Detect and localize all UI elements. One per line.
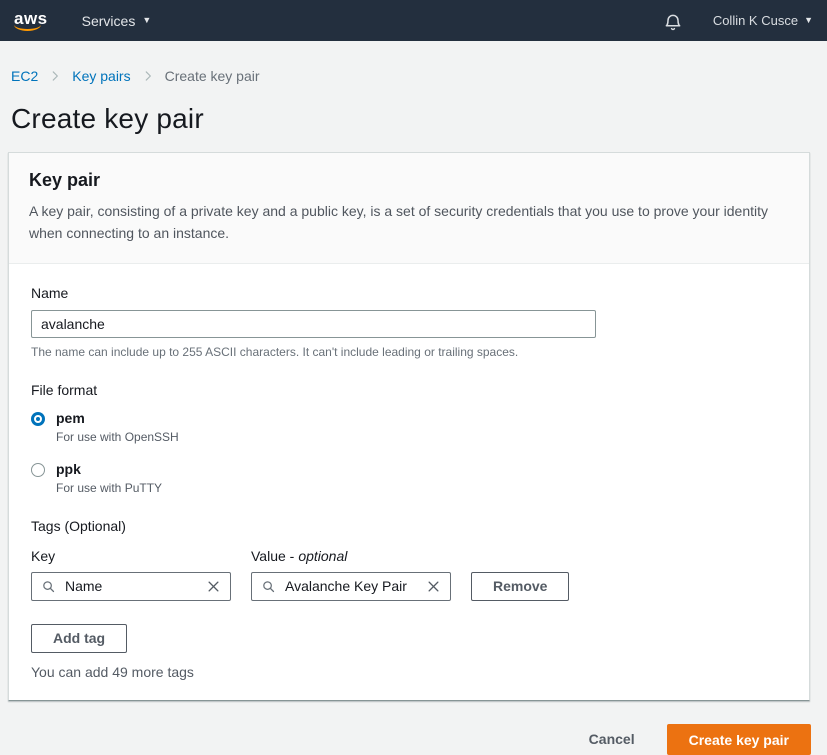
key-pair-card: Key pair A key pair, consisting of a pri…: [8, 152, 810, 701]
card-title: Key pair: [29, 170, 789, 191]
tag-row: Key Value -optional: [31, 548, 787, 601]
radio-option-ppk-text: ppk For use with PuTTY: [56, 461, 162, 495]
tags-group: Tags (Optional) Key: [31, 518, 787, 680]
aws-logo-text: aws: [14, 10, 48, 27]
card-header: Key pair A key pair, consisting of a pri…: [9, 153, 809, 264]
file-format-group: File format pem For use with OpenSSH ppk…: [31, 382, 787, 495]
breadcrumb-link-key-pairs[interactable]: Key pairs: [72, 68, 130, 84]
remaining-tags-text: You can add 49 more tags: [31, 664, 787, 680]
radio-selected-icon[interactable]: [31, 412, 45, 426]
tag-value-label-text: Value -: [251, 548, 294, 564]
search-icon: [41, 579, 56, 594]
caret-down-icon: ▼: [142, 16, 151, 25]
add-tag-button[interactable]: Add tag: [31, 624, 127, 653]
tag-value-label-optional: optional: [298, 548, 347, 564]
clear-x-icon[interactable]: [206, 579, 221, 594]
page-title: Create key pair: [11, 103, 817, 135]
search-icon: [261, 579, 276, 594]
topnav-right-group: Collin K Cusce ▼: [663, 10, 813, 32]
remove-tag-button[interactable]: Remove: [471, 572, 569, 601]
aws-logo[interactable]: aws: [14, 10, 48, 31]
cancel-button[interactable]: Cancel: [587, 725, 637, 753]
tag-value-label: Value -optional: [251, 548, 451, 564]
services-menu[interactable]: Services ▼: [82, 13, 152, 29]
notifications-bell-icon[interactable]: [663, 10, 683, 32]
tags-section-label: Tags (Optional): [31, 518, 787, 534]
clear-x-icon[interactable]: [426, 579, 441, 594]
services-menu-label: Services: [82, 13, 136, 29]
radio-ppk-label: ppk: [56, 461, 162, 477]
radio-option-pem[interactable]: pem For use with OpenSSH: [31, 410, 787, 444]
radio-option-ppk[interactable]: ppk For use with PuTTY: [31, 461, 787, 495]
user-account-menu[interactable]: Collin K Cusce ▼: [713, 13, 813, 28]
name-field-group: Name The name can include up to 255 ASCI…: [31, 285, 787, 359]
footer-actions: Cancel Create key pair: [8, 724, 811, 755]
user-name: Collin K Cusce: [713, 13, 798, 28]
tag-value-column: Value -optional: [251, 548, 451, 601]
radio-pem-label: pem: [56, 410, 179, 426]
chevron-right-icon: [48, 69, 62, 83]
tag-key-label: Key: [31, 548, 231, 564]
file-format-label: File format: [31, 382, 787, 398]
name-field-hint: The name can include up to 255 ASCII cha…: [31, 345, 787, 359]
breadcrumb-link-ec2[interactable]: EC2: [11, 68, 38, 84]
breadcrumb-current-page: Create key pair: [165, 68, 260, 84]
radio-unselected-icon[interactable]: [31, 463, 45, 477]
chevron-right-icon: [141, 69, 155, 83]
tag-key-input[interactable]: [63, 577, 199, 595]
name-input[interactable]: [31, 310, 596, 338]
top-navigation-bar: aws Services ▼ Collin K Cusce ▼: [0, 0, 827, 41]
tag-key-input-box: [31, 572, 231, 601]
tag-value-input-box: [251, 572, 451, 601]
radio-ppk-description: For use with PuTTY: [56, 481, 162, 495]
card-description: A key pair, consisting of a private key …: [29, 200, 789, 245]
create-key-pair-button[interactable]: Create key pair: [667, 724, 811, 755]
caret-down-icon: ▼: [804, 16, 813, 25]
tag-key-column: Key: [31, 548, 231, 601]
name-field-label: Name: [31, 285, 787, 301]
radio-pem-description: For use with OpenSSH: [56, 430, 179, 444]
radio-option-pem-text: pem For use with OpenSSH: [56, 410, 179, 444]
breadcrumb: EC2 Key pairs Create key pair: [0, 41, 827, 84]
card-body: Name The name can include up to 255 ASCI…: [9, 264, 809, 700]
tag-value-input[interactable]: [283, 577, 419, 595]
